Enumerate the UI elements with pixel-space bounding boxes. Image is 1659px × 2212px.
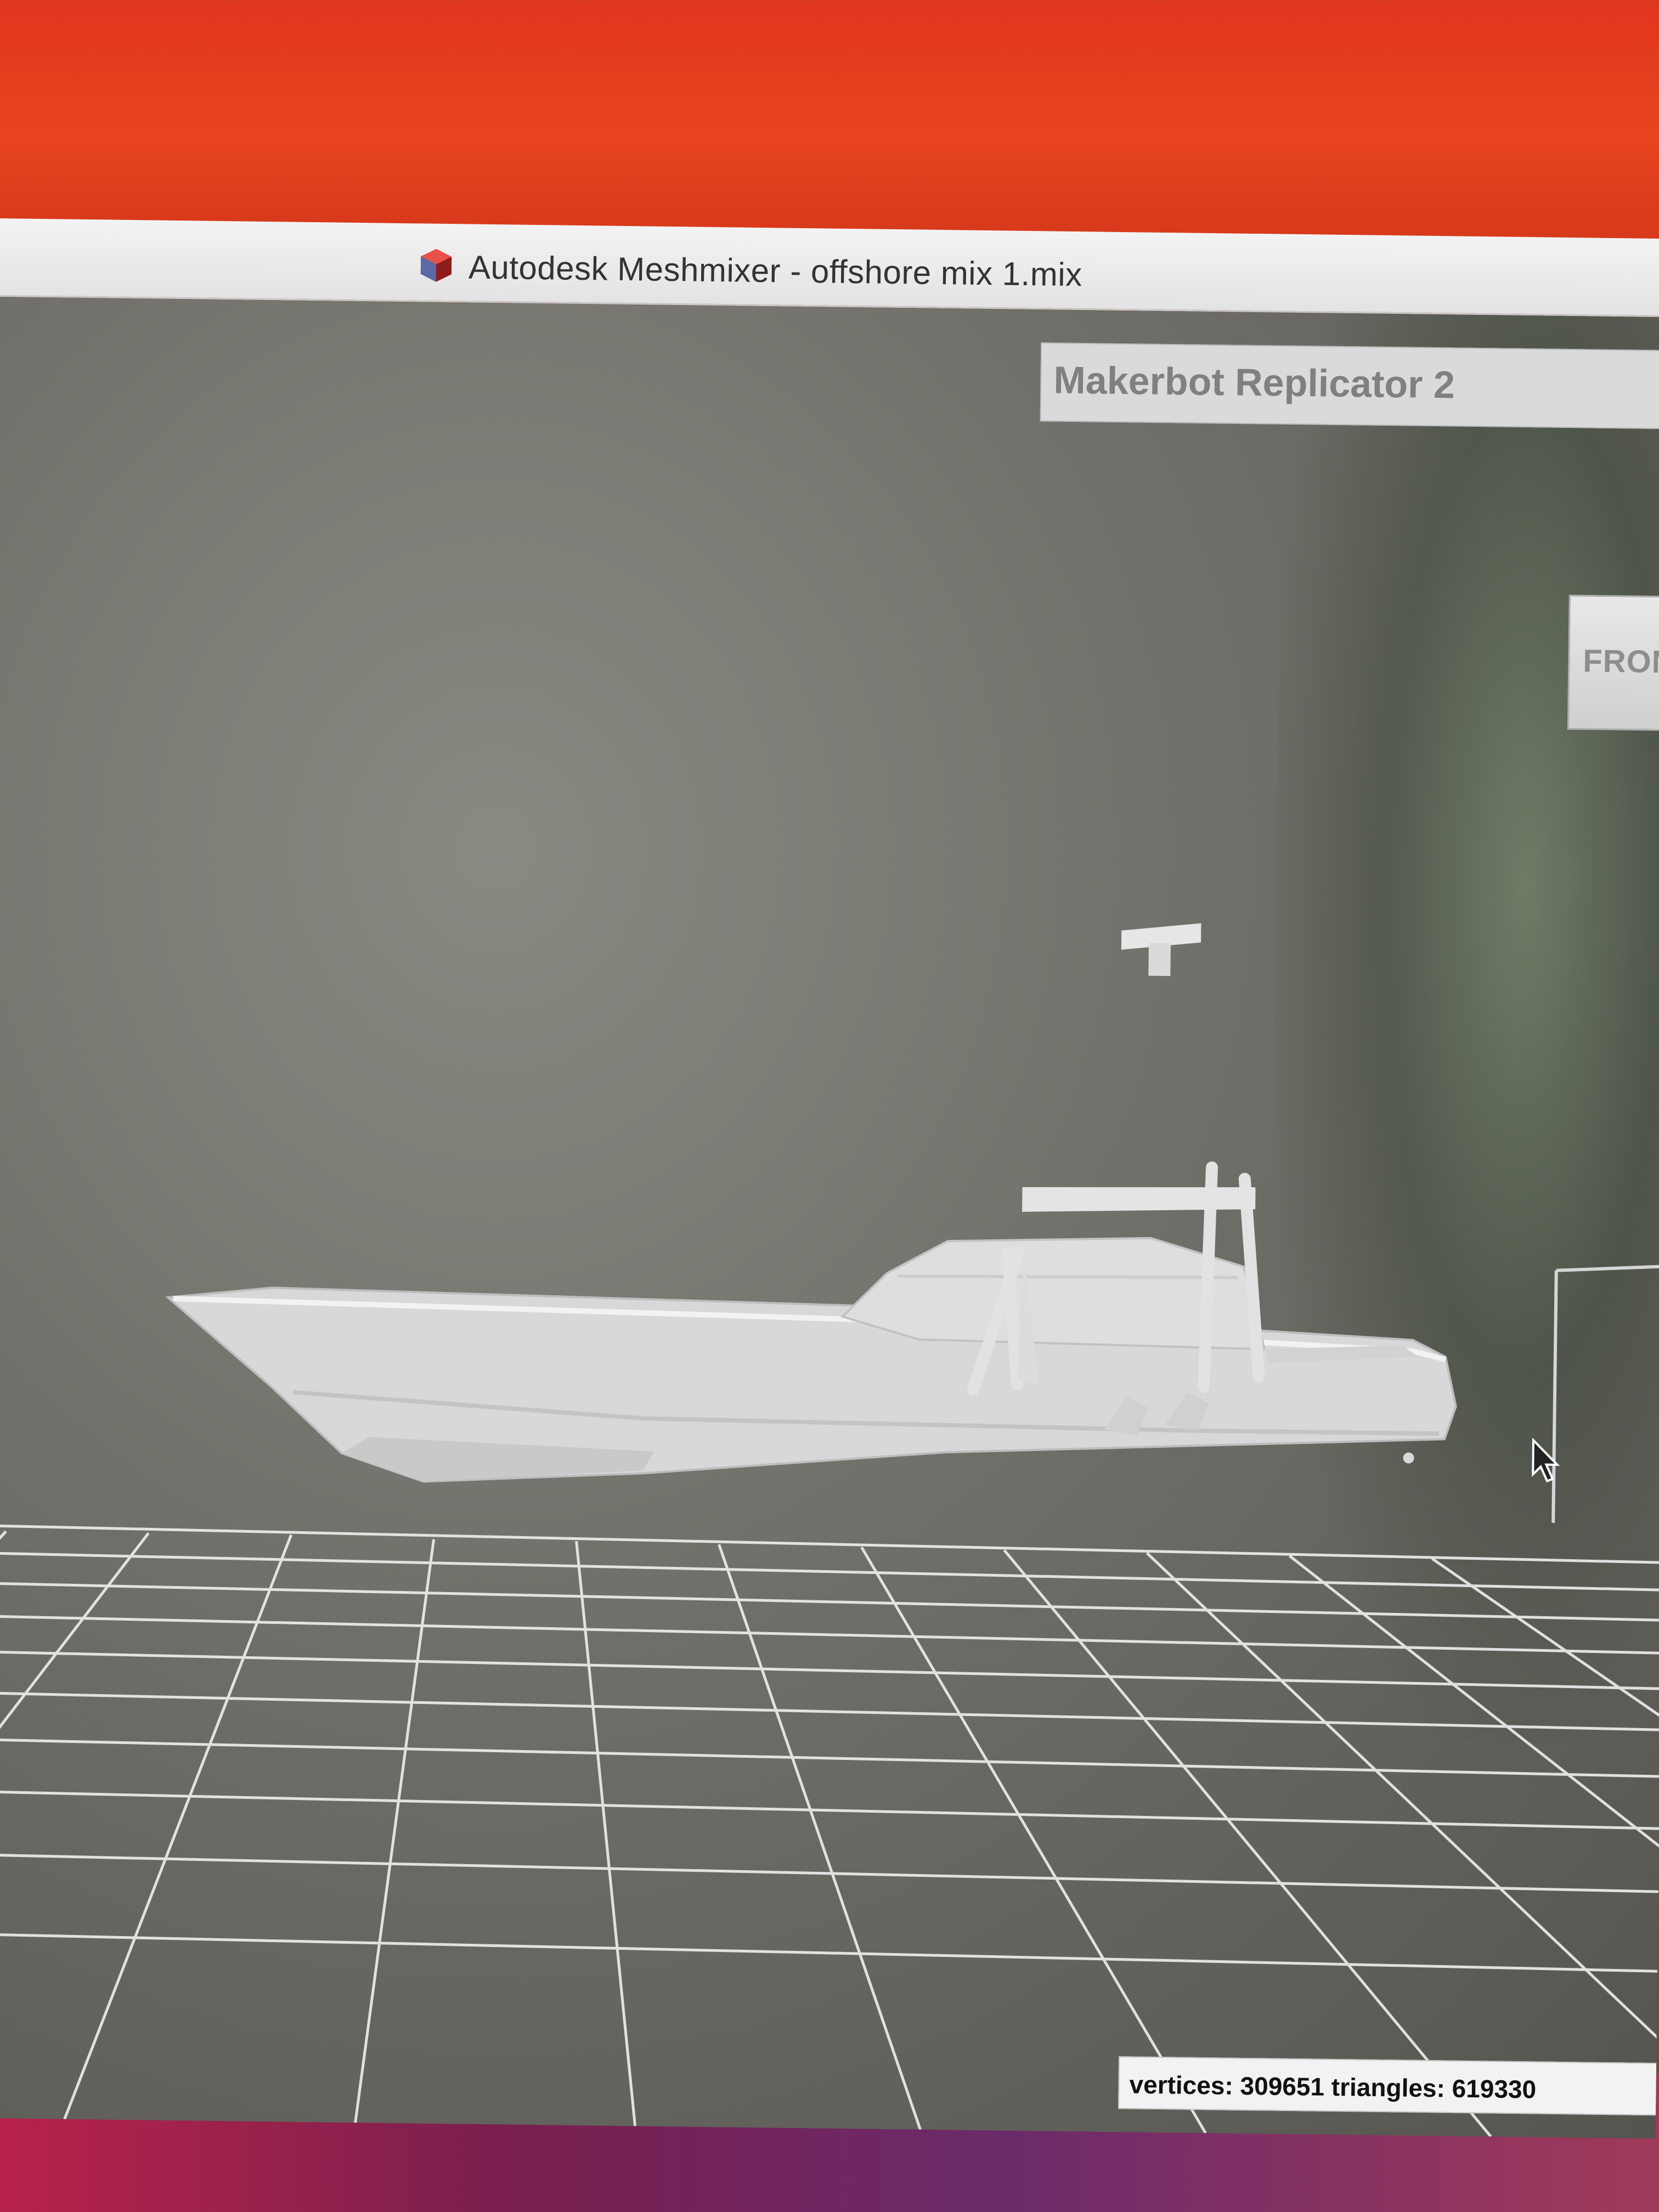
grid-line xyxy=(0,1551,1659,1592)
mesh-stats-panel: vertices: 309651 triangles: 619330 xyxy=(1118,2056,1659,2116)
grid-line xyxy=(0,1738,1659,1778)
grid-line xyxy=(0,1524,1659,1564)
scene-canvas xyxy=(0,923,1659,2139)
viewcube[interactable]: FRON xyxy=(1567,594,1659,732)
3d-viewport[interactable]: Makerbot Replicator 2 FRON vertices: 309… xyxy=(0,296,1659,2139)
grid-line xyxy=(0,1933,1658,1973)
mesh-stats-text: vertices: 309651 triangles: 619330 xyxy=(1129,2070,1537,2104)
grid-line xyxy=(0,1853,1659,1893)
grid-line xyxy=(0,1691,1659,1731)
grid-line xyxy=(1288,1554,1659,2078)
viewcube-face-label: FRON xyxy=(1582,643,1659,680)
boat-model xyxy=(165,923,1457,1483)
build-plate-grid xyxy=(0,1524,1659,2139)
mouse-cursor-icon xyxy=(1532,1438,1560,1483)
grid-line xyxy=(0,1530,7,2113)
grid-line xyxy=(0,1582,1659,1622)
window-title: Autodesk Meshmixer - offshore mix 1.mix xyxy=(468,249,1083,294)
grid-line xyxy=(1003,1549,1492,2138)
printer-label[interactable]: Makerbot Replicator 2 xyxy=(1040,342,1659,430)
printer-name: Makerbot Replicator 2 xyxy=(1053,358,1455,407)
build-volume-edge xyxy=(1551,1265,1659,1523)
grid-line xyxy=(0,1650,1659,1690)
grid-line xyxy=(0,1790,1659,1830)
meshmixer-window: Autodesk Meshmixer - offshore mix 1.mix xyxy=(0,218,1659,2139)
meshmixer-logo-icon xyxy=(420,249,452,282)
